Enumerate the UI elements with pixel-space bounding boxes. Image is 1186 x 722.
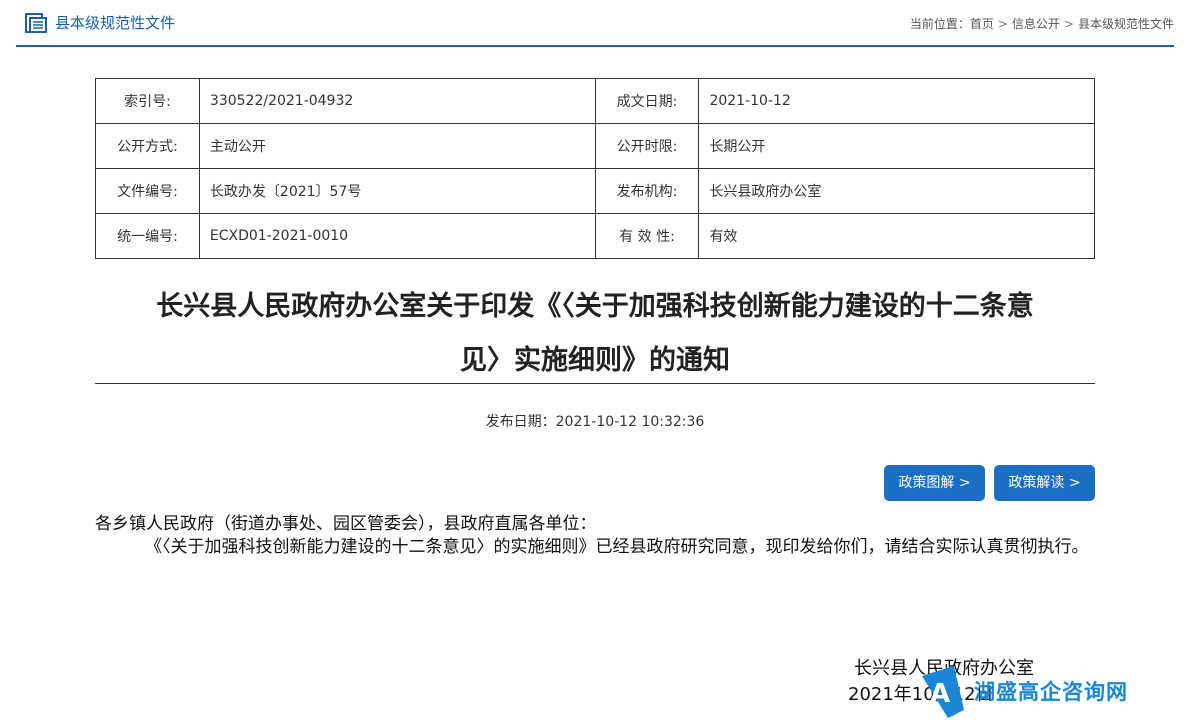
meta-value: 长期公开 — [698, 123, 1095, 169]
meta-value: ECXD01-2021-0010 — [198, 213, 596, 259]
meta-key: 公开方式: — [95, 123, 200, 169]
breadcrumb-current[interactable]: 县本级规范性文件 — [1078, 16, 1174, 32]
table-row: 统一编号: ECXD01-2021-0010 有 效 性: 有效 — [95, 213, 1095, 259]
meta-key: 发布机构: — [594, 168, 700, 214]
article-title-line: 见〉实施细则》的通知 — [460, 345, 730, 376]
article-title: 长兴县人民政府办公室关于印发《〈关于加强科技创新能力建设的十二条意 见〉实施细则… — [95, 280, 1095, 388]
meta-key: 统一编号: — [95, 213, 200, 259]
document-icon — [25, 13, 47, 33]
body-paragraph: 《〈关于加强科技创新能力建设的十二条意见〉的实施细则》已经县政府研究同意，现印发… — [145, 537, 1089, 557]
meta-key: 成文日期: — [594, 78, 700, 124]
breadcrumb-separator: > — [997, 17, 1008, 31]
meta-value: 长兴县政府办公室 — [698, 168, 1095, 214]
table-row: 索引号: 330522/2021-04932 成文日期: 2021-10-12 — [95, 78, 1095, 124]
breadcrumb-separator: > — [1063, 17, 1074, 31]
meta-value: 主动公开 — [198, 123, 596, 169]
meta-value: 2021-10-12 — [698, 78, 1095, 124]
document-meta-table: 索引号: 330522/2021-04932 成文日期: 2021-10-12 … — [95, 78, 1095, 259]
category-title: 县本级规范性文件 — [55, 14, 176, 32]
svg-text:A: A — [930, 679, 950, 709]
breadcrumb-prefix: 当前位置： — [909, 17, 970, 31]
meta-value: 330522/2021-04932 — [198, 78, 596, 124]
article-title-line: 长兴县人民政府办公室关于印发《〈关于加强科技创新能力建设的十二条意 — [156, 291, 1034, 322]
breadcrumb-home[interactable]: 首页 — [970, 16, 994, 32]
breadcrumb-info[interactable]: 信息公开 — [1012, 16, 1060, 32]
breadcrumb: 当前位置： 首页 > 信息公开 > 县本级规范性文件 — [910, 16, 1174, 32]
meta-value: 有效 — [698, 213, 1095, 259]
meta-value: 长政办发〔2021〕57号 — [198, 168, 596, 214]
table-row: 文件编号: 长政办发〔2021〕57号 发布机构: 长兴县政府办公室 — [95, 168, 1095, 214]
policy-graphic-button[interactable]: 政策图解 > — [884, 465, 985, 501]
table-row: 公开方式: 主动公开 公开时限: 长期公开 — [95, 123, 1095, 169]
greeting-text: 各乡镇人民政府（街道办事处、园区管委会），县政府直属各单位： — [95, 514, 597, 534]
title-divider — [95, 383, 1095, 384]
meta-key: 公开时限: — [594, 123, 700, 169]
publish-date: 发布日期：2021-10-12 10:32:36 — [485, 414, 705, 430]
meta-key: 有 效 性: — [594, 213, 700, 259]
page-header: 县本级规范性文件 当前位置： 首页 > 信息公开 > 县本级规范性文件 — [16, 0, 1174, 47]
watermark: A 湖盛高企咨询网 — [918, 660, 1158, 722]
meta-key: 索引号: — [95, 78, 200, 124]
policy-reading-button[interactable]: 政策解读 > — [994, 465, 1095, 501]
watermark-text: 湖盛高企咨询网 — [974, 679, 1128, 704]
meta-key: 文件编号: — [95, 168, 200, 214]
watermark-logo-icon: A — [922, 666, 964, 718]
category-label[interactable]: 县本级规范性文件 — [25, 13, 175, 33]
